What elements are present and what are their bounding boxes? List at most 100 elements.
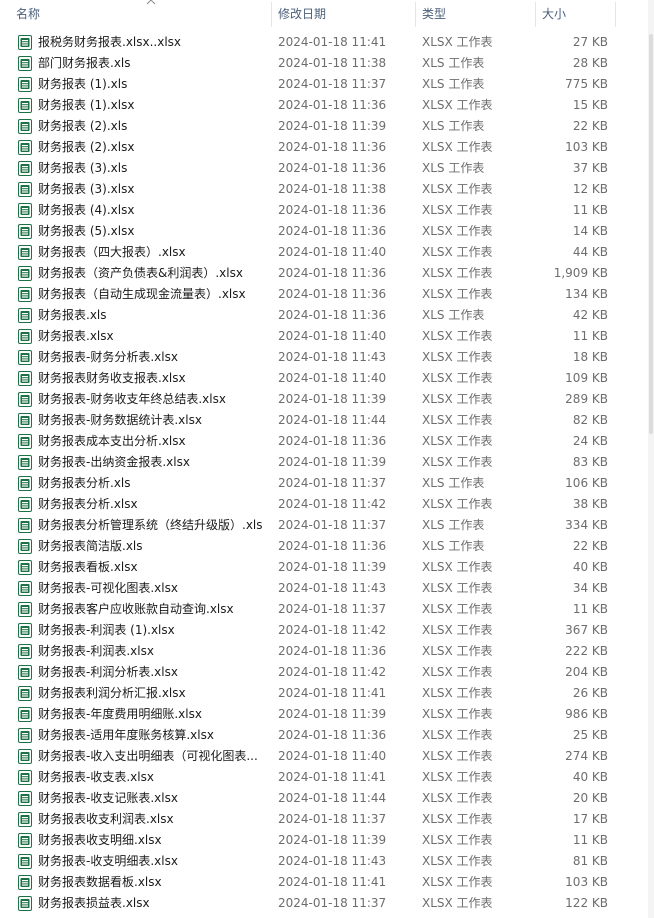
file-name: 财务报表-利润表.xlsx [38, 644, 154, 658]
column-header-date[interactable]: 修改日期 [272, 0, 416, 29]
file-row[interactable]: 财务报表-财务收支年终总结表.xlsx 2024-01-18 11:39 XLSX … [0, 389, 654, 410]
file-row[interactable]: 财务报表成本支出分析.xlsx 2024-01-18 11:36 XLSX 工作表 2… [0, 431, 654, 452]
column-header-size[interactable]: 大小 [536, 0, 616, 29]
file-row[interactable]: 财务报表 (1).xlsx 2024-01-18 11:36 XLSX 工作表 15 … [0, 95, 654, 116]
file-type: XLSX 工作表 [422, 287, 493, 301]
excel-file-icon [18, 896, 32, 911]
file-row[interactable]: 财务报表-利润分析表.xlsx 2024-01-18 11:42 XLSX 工作表 2… [0, 662, 654, 683]
excel-file-icon [18, 497, 32, 512]
file-type: XLS 工作表 [422, 119, 485, 133]
file-size: 289 KB [565, 392, 608, 406]
file-row[interactable]: 财务报表（自动生成现金流量表）.xlsx 2024-01-18 11:36 XLSX… [0, 284, 654, 305]
excel-file-icon [18, 308, 32, 323]
column-header-type[interactable]: 类型 [416, 0, 536, 29]
file-modified-date: 2024-01-18 11:39 [278, 707, 387, 721]
file-list: 报税务财务报表.xlsx..xlsx 2024-01-18 11:41 XLSX 工… [0, 32, 654, 914]
vertical-scrollbar[interactable] [648, 0, 654, 918]
file-row[interactable]: 财务报表-出纳资金报表.xlsx 2024-01-18 11:39 XLSX 工作表… [0, 452, 654, 473]
file-row[interactable]: 财务报表分析管理系统（终结升级版）.xls 2024-01-18 11:37 XLS… [0, 515, 654, 536]
file-row[interactable]: 财务报表-财务数据统计表.xlsx 2024-01-18 11:44 XLSX 工作… [0, 410, 654, 431]
file-row[interactable]: 财务报表-利润表.xlsx 2024-01-18 11:36 XLSX 工作表 222… [0, 641, 654, 662]
file-row[interactable]: 部门财务报表.xls 2024-01-18 11:38 XLS 工作表 28 KB [0, 53, 654, 74]
file-modified-date: 2024-01-18 11:39 [278, 119, 387, 133]
file-row[interactable]: 报税务财务报表.xlsx..xlsx 2024-01-18 11:41 XLSX 工… [0, 32, 654, 53]
file-modified-date: 2024-01-18 11:38 [278, 182, 387, 196]
file-name: 财务报表分析.xlsx [38, 497, 138, 511]
file-row[interactable]: 财务报表-可视化图表.xlsx 2024-01-18 11:43 XLSX 工作表 3… [0, 578, 654, 599]
excel-file-icon [18, 119, 32, 134]
file-type: XLS 工作表 [422, 518, 485, 532]
file-modified-date: 2024-01-18 11:39 [278, 455, 387, 469]
file-row[interactable]: 财务报表收支明细.xlsx 2024-01-18 11:39 XLSX 工作表 11 … [0, 830, 654, 851]
file-modified-date: 2024-01-18 11:39 [278, 392, 387, 406]
excel-file-icon [18, 854, 32, 869]
file-row[interactable]: 财务报表-财务分析表.xlsx 2024-01-18 11:43 XLSX 工作表 1… [0, 347, 654, 368]
file-row[interactable]: 财务报表-收支表.xlsx 2024-01-18 11:41 XLSX 工作表 40 … [0, 767, 654, 788]
file-type: XLSX 工作表 [422, 455, 493, 469]
excel-file-icon [18, 707, 32, 722]
file-row[interactable]: 财务报表-收入支出明细表（可视化图表... 2024-01-18 11:40 XLS… [0, 746, 654, 767]
file-type: XLSX 工作表 [422, 35, 493, 49]
file-row[interactable]: 财务报表利润分析汇报.xlsx 2024-01-18 11:41 XLSX 工作表 2… [0, 683, 654, 704]
scrollbar-thumb[interactable] [649, 34, 653, 434]
excel-file-icon [18, 56, 32, 71]
file-row[interactable]: 财务报表 (2).xls 2024-01-18 11:39 XLS 工作表 22 KB [0, 116, 654, 137]
file-row[interactable]: 财务报表-适用年度账务核算.xlsx 2024-01-18 11:36 XLSX 工… [0, 725, 654, 746]
file-row[interactable]: 财务报表 (3).xls 2024-01-18 11:36 XLS 工作表 37 KB [0, 158, 654, 179]
column-header-type-label: 类型 [422, 7, 447, 21]
file-row[interactable]: 财务报表 (4).xlsx 2024-01-18 11:36 XLSX 工作表 11 … [0, 200, 654, 221]
file-size: 40 KB [572, 770, 608, 784]
file-size: 17 KB [572, 812, 608, 826]
file-row[interactable]: 财务报表 (3).xlsx 2024-01-18 11:38 XLSX 工作表 12 … [0, 179, 654, 200]
column-header-name[interactable]: 名称 [10, 0, 272, 29]
file-row[interactable]: 财务报表-年度费用明细账.xlsx 2024-01-18 11:39 XLSX 工作… [0, 704, 654, 725]
file-modified-date: 2024-01-18 11:36 [278, 539, 387, 553]
file-row[interactable]: 财务报表分析.xls 2024-01-18 11:37 XLS 工作表 106 KB [0, 473, 654, 494]
file-name: 财务报表-收支明细表.xlsx [38, 854, 178, 868]
file-type: XLSX 工作表 [422, 812, 493, 826]
file-modified-date: 2024-01-18 11:44 [278, 791, 387, 805]
file-row[interactable]: 财务报表看板.xlsx 2024-01-18 11:39 XLSX 工作表 40 KB [0, 557, 654, 578]
excel-file-icon [18, 665, 32, 680]
file-row[interactable]: 财务报表（四大报表）.xlsx 2024-01-18 11:40 XLSX 工作表 4… [0, 242, 654, 263]
file-row[interactable]: 财务报表客户应收账款自动查询.xlsx 2024-01-18 11:37 XLSX … [0, 599, 654, 620]
file-type: XLSX 工作表 [422, 392, 493, 406]
file-size: 44 KB [572, 245, 608, 259]
file-row[interactable]: 财务报表 (1).xls 2024-01-18 11:37 XLS 工作表 775 K… [0, 74, 654, 95]
file-name: 财务报表成本支出分析.xlsx [38, 434, 186, 448]
file-size: 106 KB [565, 476, 608, 490]
file-size: 34 KB [572, 581, 608, 595]
file-row[interactable]: 财务报表 (2).xlsx 2024-01-18 11:36 XLSX 工作表 103… [0, 137, 654, 158]
file-modified-date: 2024-01-18 11:40 [278, 749, 387, 763]
file-row[interactable]: 财务报表.xlsx 2024-01-18 11:40 XLSX 工作表 11 KB [0, 326, 654, 347]
file-type: XLSX 工作表 [422, 203, 493, 217]
file-size: 28 KB [572, 56, 608, 70]
file-row[interactable]: 财务报表（资产负债表&利润表）.xlsx 2024-01-18 11:36 XLSX… [0, 263, 654, 284]
excel-file-icon [18, 35, 32, 50]
file-row[interactable]: 财务报表财务收支报表.xlsx 2024-01-18 11:40 XLSX 工作表 1… [0, 368, 654, 389]
excel-file-icon [18, 266, 32, 281]
file-row[interactable]: 财务报表损益表.xlsx 2024-01-18 11:37 XLSX 工作表 122 … [0, 893, 654, 914]
file-type: XLSX 工作表 [422, 350, 493, 364]
column-header-size-label: 大小 [542, 7, 567, 21]
file-row[interactable]: 财务报表数据看板.xlsx 2024-01-18 11:41 XLSX 工作表 103… [0, 872, 654, 893]
file-row[interactable]: 财务报表-收支明细表.xlsx 2024-01-18 11:43 XLSX 工作表 8… [0, 851, 654, 872]
file-size: 22 KB [572, 119, 608, 133]
excel-file-icon [18, 455, 32, 470]
file-row[interactable]: 财务报表-利润表 (1).xlsx 2024-01-18 11:42 XLSX 工作… [0, 620, 654, 641]
file-size: 24 KB [572, 434, 608, 448]
file-name: 财务报表.xls [38, 308, 107, 322]
file-name: 财务报表-利润表 (1).xlsx [38, 623, 175, 637]
file-row[interactable]: 财务报表.xls 2024-01-18 11:36 XLS 工作表 42 KB [0, 305, 654, 326]
file-row[interactable]: 财务报表分析.xlsx 2024-01-18 11:42 XLSX 工作表 38 KB [0, 494, 654, 515]
file-size: 986 KB [565, 707, 608, 721]
sort-ascending-icon [146, 0, 156, 5]
file-size: 11 KB [572, 602, 608, 616]
file-size: 18 KB [572, 350, 608, 364]
file-row[interactable]: 财务报表-收支记账表.xlsx 2024-01-18 11:44 XLSX 工作表 2… [0, 788, 654, 809]
excel-file-icon [18, 245, 32, 260]
file-row[interactable]: 财务报表收支利润表.xlsx 2024-01-18 11:37 XLSX 工作表 17… [0, 809, 654, 830]
file-row[interactable]: 财务报表简洁版.xls 2024-01-18 11:36 XLS 工作表 22 KB [0, 536, 654, 557]
file-row[interactable]: 财务报表 (5).xlsx 2024-01-18 11:36 XLSX 工作表 14 … [0, 221, 654, 242]
file-size: 103 KB [565, 875, 608, 889]
